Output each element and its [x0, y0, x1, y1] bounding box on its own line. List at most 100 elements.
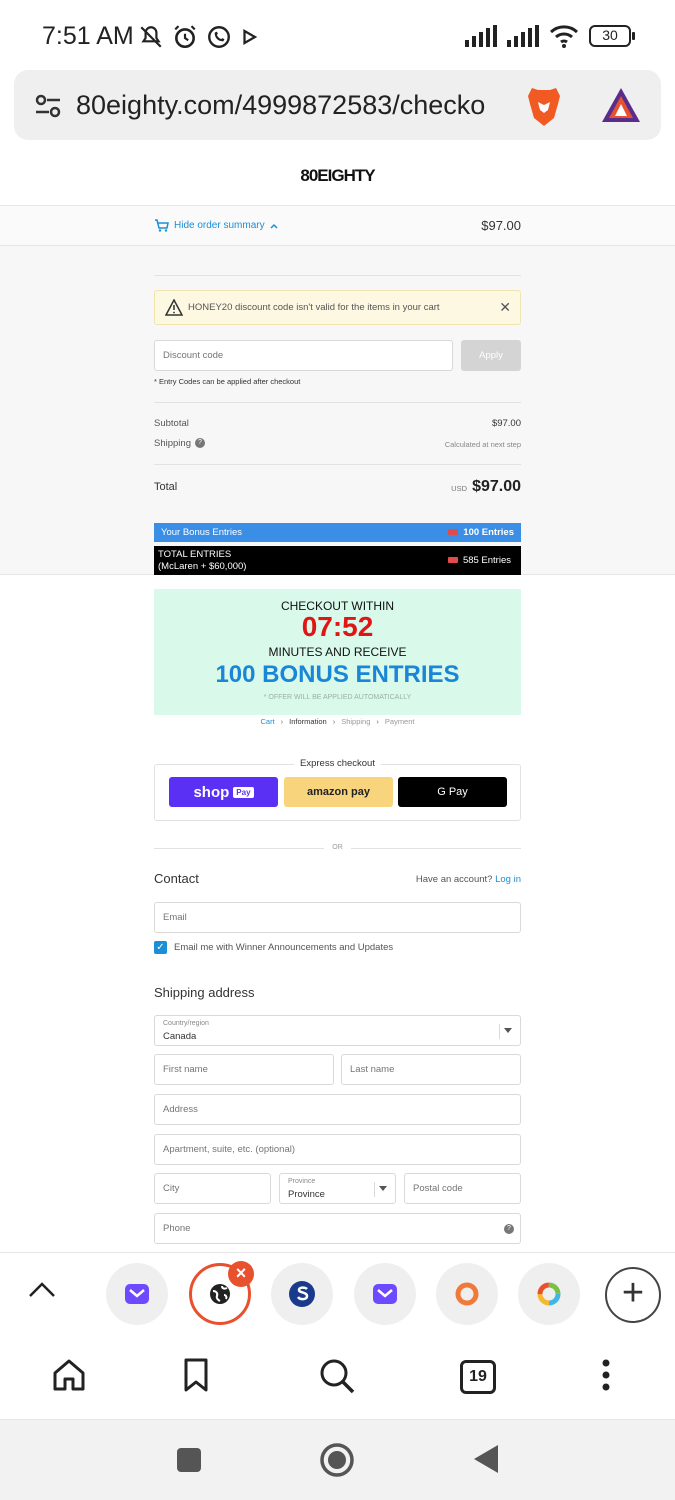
- cart-icon: [155, 219, 169, 232]
- total-value: $97.00: [472, 478, 521, 495]
- ticket-icon: [448, 529, 459, 536]
- play-icon: [243, 29, 258, 45]
- tab-chip-4[interactable]: [354, 1263, 416, 1325]
- chevron-up-icon: [270, 223, 278, 229]
- apartment-field[interactable]: [154, 1134, 521, 1165]
- total-row: Total USD $97.00: [154, 478, 521, 498]
- address-field[interactable]: [154, 1094, 521, 1125]
- more-menu-icon[interactable]: [596, 1357, 616, 1393]
- chevron-down-icon: [504, 1028, 512, 1033]
- email-field[interactable]: [154, 902, 521, 933]
- chevron-up-icon[interactable]: [28, 1280, 56, 1298]
- breadcrumb: Cart › Information › Shipping › Payment: [260, 717, 415, 726]
- or-separator: OR: [324, 844, 351, 851]
- app-s-icon: [289, 1281, 315, 1307]
- divider: [154, 464, 521, 465]
- site-logo[interactable]: 80EIGHTY: [0, 166, 675, 186]
- country-select[interactable]: Country/region Canada: [154, 1015, 521, 1046]
- city-field[interactable]: [154, 1173, 271, 1204]
- new-tab-button[interactable]: +: [605, 1267, 661, 1323]
- promo-line-2: MINUTES AND RECEIVE: [268, 645, 407, 659]
- currency-code: USD: [451, 484, 467, 493]
- phone-field[interactable]: [154, 1213, 521, 1244]
- color-ring-icon: [537, 1282, 561, 1306]
- checkout-timer-promo: CHECKOUT WITHIN 07:52 MINUTES AND RECEIV…: [154, 589, 521, 715]
- bonus-entries-bar: Your Bonus Entries 100 Entries: [154, 523, 521, 542]
- order-summary-header: Hide order summary $97.00: [0, 205, 675, 246]
- breadcrumb-shipping: Shipping: [341, 717, 371, 726]
- back-button-icon[interactable]: [470, 1443, 500, 1475]
- promo-note: * OFFER WILL BE APPLIED AUTOMATICALLY: [263, 694, 412, 701]
- proton-mail-icon: [373, 1284, 397, 1304]
- alarm-icon: [174, 25, 196, 49]
- discount-error-alert: HONEY20 discount code isn't valid for th…: [154, 290, 521, 325]
- amazon-pay-button[interactable]: amazon pay: [284, 777, 393, 807]
- breadcrumb-information: Information: [289, 717, 327, 726]
- total-entries-value: 585 Entries: [462, 555, 511, 566]
- google-pay-button[interactable]: G Pay: [398, 777, 507, 807]
- close-tab-icon[interactable]: ×: [228, 1261, 254, 1287]
- shop-pay-label: shop: [193, 783, 230, 801]
- first-name-field[interactable]: [154, 1054, 334, 1085]
- breadcrumb-cart[interactable]: Cart: [260, 717, 274, 726]
- bonus-entries-value: 100 Entries: [463, 527, 514, 538]
- subtotal-value: $97.00: [491, 418, 521, 429]
- chevron-down-icon: [379, 1186, 387, 1191]
- help-icon[interactable]: ?: [194, 438, 205, 449]
- subtotal-row: Subtotal $97.00: [154, 418, 521, 429]
- signal-icon: [465, 25, 497, 47]
- total-entries-sub: (McLaren + $60,000): [158, 561, 247, 572]
- shop-pay-button[interactable]: shop Pay: [169, 777, 278, 807]
- divider: [154, 275, 521, 276]
- whatsapp-icon: [208, 26, 230, 48]
- postal-code-field[interactable]: [404, 1173, 521, 1204]
- tab-chip-5[interactable]: [436, 1263, 498, 1325]
- home-icon[interactable]: [51, 1357, 87, 1393]
- province-select[interactable]: Province Province: [279, 1173, 396, 1204]
- search-icon[interactable]: [318, 1357, 356, 1395]
- shipping-address-heading: Shipping address: [154, 985, 255, 1000]
- divider: [154, 402, 521, 403]
- tab-count-button[interactable]: 19: [460, 1360, 496, 1394]
- entry-code-note: * Entry Codes can be applied after check…: [154, 377, 301, 386]
- home-button-icon[interactable]: [319, 1442, 355, 1478]
- bookmark-icon[interactable]: [181, 1357, 211, 1393]
- newsletter-checkbox[interactable]: ✓: [154, 941, 167, 954]
- discount-code-input[interactable]: [154, 340, 453, 371]
- ring-icon: [455, 1282, 479, 1306]
- help-icon[interactable]: ?: [504, 1224, 514, 1234]
- tab-chip-3[interactable]: [271, 1263, 333, 1325]
- login-link[interactable]: Log in: [495, 874, 521, 885]
- ticket-icon: [447, 557, 458, 564]
- shipping-row: Shipping? Calculated at next step: [154, 438, 521, 449]
- status-bar: 7:51 AM 30: [0, 0, 675, 70]
- tab-chip-6[interactable]: [518, 1263, 580, 1325]
- country-label: Country/region: [163, 1020, 209, 1027]
- order-summary-toggle[interactable]: Hide order summary: [154, 219, 278, 232]
- wifi-icon: [549, 25, 579, 48]
- subtotal-label: Subtotal: [154, 418, 189, 429]
- order-summary-total: $97.00: [481, 218, 521, 233]
- brave-shields-icon[interactable]: [524, 84, 564, 128]
- shipping-value: Calculated at next step: [444, 440, 521, 449]
- last-name-field[interactable]: [341, 1054, 521, 1085]
- shipping-label: Shipping: [154, 438, 191, 449]
- tab-chip-1[interactable]: [106, 1263, 168, 1325]
- signal-icon-2: [507, 25, 539, 47]
- brave-rewards-icon[interactable]: [600, 86, 642, 124]
- url-text[interactable]: 80eighty.com/4999872583/checko: [76, 90, 516, 121]
- province-value: Province: [288, 1189, 325, 1200]
- promo-headline: 100 BONUS ENTRIES: [215, 661, 460, 688]
- battery-indicator: 30: [589, 25, 635, 47]
- bonus-entries-label: Your Bonus Entries: [161, 527, 242, 538]
- apply-discount-button[interactable]: Apply: [461, 340, 521, 371]
- recent-apps-icon[interactable]: [175, 1446, 203, 1474]
- close-icon[interactable]: ✕: [499, 299, 511, 316]
- warning-icon: [165, 299, 183, 316]
- url-bar[interactable]: 80eighty.com/4999872583/checko: [14, 70, 661, 140]
- mute-icon: [140, 26, 162, 48]
- site-settings-icon[interactable]: [34, 92, 62, 120]
- amazon-pay-label: amazon pay: [307, 786, 370, 798]
- breadcrumb-payment: Payment: [384, 717, 415, 726]
- total-entries-label: TOTAL ENTRIES: [158, 549, 232, 560]
